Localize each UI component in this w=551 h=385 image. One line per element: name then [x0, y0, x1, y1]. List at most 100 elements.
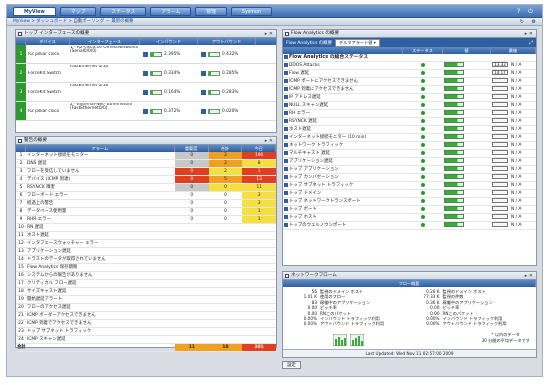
table-row[interactable]: トップ ホスト N / A	[283, 213, 536, 222]
alarm-count[interactable]: 0	[175, 199, 209, 208]
panel-toggle-icon[interactable]	[285, 32, 289, 36]
graph-icon[interactable]	[201, 89, 206, 95]
alarm-name[interactable]: トラストのデータが取得されていません	[25, 255, 175, 264]
alarm-count[interactable]: 3	[242, 191, 276, 200]
alarm-count[interactable]	[175, 303, 209, 312]
table-row[interactable]: 11 ホスト遅延	[16, 231, 276, 240]
alarm-name[interactable]: ホスト遅延	[25, 231, 175, 240]
alarm-count[interactable]	[208, 263, 243, 272]
interface-name[interactable]: 1 - R2-cisco:1e OnTestNetworks (Serial0/…	[70, 46, 140, 63]
alarm-count[interactable]	[208, 279, 243, 288]
metric-name[interactable]: RH エラー	[283, 109, 403, 118]
alarm-name[interactable]: フローを受信していません	[25, 167, 175, 176]
alarm-count[interactable]	[175, 271, 209, 280]
panel-toggle-icon[interactable]	[18, 32, 22, 36]
metric-name[interactable]: DDOS Attacks	[283, 61, 403, 70]
delta-select[interactable]: デルタアラート値 ▾	[334, 38, 380, 47]
alarm-name[interactable]: サイズキャスト遅延	[25, 287, 175, 296]
nav-tab[interactable]: 管理	[195, 7, 227, 16]
table-row[interactable]: 2 ForceKit Switch FastEthernet 0/16 0.334% 0…	[16, 64, 276, 83]
alarm-count[interactable]	[175, 223, 209, 232]
metric-name[interactable]: トップ ポート	[283, 205, 403, 214]
alarm-count[interactable]	[242, 255, 276, 264]
logout-icon[interactable]: ⏻	[527, 8, 534, 15]
alarm-count[interactable]: 2	[208, 167, 243, 176]
alarm-count[interactable]: 1	[242, 167, 276, 176]
table-row[interactable]: 4 R2 pilkar cisco 2 - External-Net- Ethern…	[16, 102, 276, 121]
table-row[interactable]: トップ ネットワークトランスポート N / A	[283, 197, 536, 206]
table-row[interactable]: 15 Flow Analytics 保存期限	[16, 263, 276, 272]
value-box[interactable]	[492, 94, 508, 99]
alarm-count[interactable]	[175, 239, 209, 248]
alarm-count[interactable]: 1	[242, 215, 276, 224]
alarm-count[interactable]	[175, 319, 209, 328]
alarm-count[interactable]	[208, 295, 243, 304]
alarm-count[interactable]: 1	[242, 207, 276, 216]
metric-name[interactable]: RSYNCK 遅延	[283, 117, 403, 126]
device-name[interactable]: ForceKit Switch	[26, 90, 70, 95]
table-row[interactable]: RSYNCK 遅延 N / A	[283, 117, 536, 126]
metric-name[interactable]: トップ ドメイン	[283, 189, 403, 198]
value-box[interactable]	[492, 198, 508, 203]
table-row[interactable]: マルチキャスト 遅延 N / A	[283, 149, 536, 158]
table-row[interactable]: 3 ForceKit Switch FastEthernet 0/18 0.164% 0…	[16, 83, 276, 102]
table-row[interactable]: 4 デバイス (ICMP 到達) 0 5 13	[16, 175, 276, 184]
alarm-count[interactable]: 13	[242, 175, 276, 184]
alarm-count[interactable]	[208, 247, 243, 256]
value-box[interactable]	[492, 150, 508, 155]
alarm-count[interactable]	[242, 303, 276, 312]
table-row[interactable]: インターネット接続モニター (10 min) N / A	[283, 133, 536, 142]
metric-name[interactable]: Flow 遅延	[283, 69, 403, 78]
value-box[interactable]	[492, 110, 508, 115]
value-box[interactable]	[492, 182, 508, 187]
metric-name[interactable]: IP アドレス遅延	[283, 93, 403, 102]
column-header[interactable]: 最後	[491, 47, 536, 54]
value-box[interactable]	[492, 166, 508, 171]
alarm-count[interactable]	[242, 279, 276, 288]
table-row[interactable]: 12 インタフェースウォッチャー エラー	[16, 239, 276, 248]
panel-toggle-icon[interactable]	[18, 139, 22, 143]
alarm-count[interactable]	[208, 303, 243, 312]
alarm-count[interactable]: 2	[208, 159, 243, 168]
column-header[interactable]	[16, 145, 26, 152]
value-box[interactable]: 14.17	[492, 70, 508, 75]
alarm-count[interactable]	[208, 327, 243, 336]
table-row[interactable]: ICMP 到着にアクセスできません N / A	[283, 85, 536, 94]
value-box[interactable]	[492, 118, 508, 123]
metric-name[interactable]: トップ ホスト	[283, 213, 403, 222]
interface-name[interactable]: FastEthernet 0/16	[70, 65, 140, 82]
panel-menu-icon[interactable]: ▸ ✕	[265, 30, 273, 38]
table-row[interactable]: RH エラー N / A	[283, 109, 536, 118]
alarm-name[interactable]: データベース使用量	[25, 207, 175, 216]
table-row[interactable]: DDOS Attacks 13.33 N / A	[283, 61, 536, 70]
table-row[interactable]: 2 DNS 遅延 0 2 8	[16, 159, 276, 168]
alarm-name[interactable]: システムからの報告がありません	[25, 271, 175, 280]
alarm-count[interactable]: 2	[208, 152, 243, 160]
value-box[interactable]	[492, 142, 508, 147]
metric-name[interactable]: ホスト遅延	[283, 125, 403, 134]
alarm-count[interactable]	[208, 271, 243, 280]
alarm-count[interactable]: 5	[208, 175, 243, 184]
graph-icon[interactable]	[143, 70, 148, 76]
column-header[interactable]: 合計	[209, 145, 243, 152]
alarm-name[interactable]: デバイス (ICMP 到達)	[25, 175, 175, 184]
value-box[interactable]	[492, 78, 508, 83]
alarm-count[interactable]	[208, 255, 243, 264]
alarm-count[interactable]	[208, 231, 243, 240]
metric-name[interactable]: トップ サブネット トラフィック	[283, 181, 403, 190]
table-row[interactable]: ネットワーク トラフィック N / A	[283, 141, 536, 150]
alarm-name[interactable]: RHR-エラー	[25, 215, 175, 224]
table-row[interactable]: 6 フローボード エラー 0 0 3	[16, 191, 276, 200]
alarm-count[interactable]	[242, 247, 276, 256]
interface-name[interactable]: FastEthernet 0/18	[70, 84, 140, 101]
column-header[interactable]: アウトバウンド	[198, 38, 256, 45]
metric-name[interactable]: トップ ネットワークトランスポート	[283, 197, 403, 206]
alarm-count[interactable]	[242, 319, 276, 328]
table-row[interactable]: 13 アプリケーション遅延	[16, 247, 276, 256]
alarm-count[interactable]	[175, 247, 209, 256]
alarm-count[interactable]: 0	[175, 207, 209, 216]
table-row[interactable]: トップ ポート N / A	[283, 205, 536, 214]
metric-name[interactable]: トップのウェルノウンポート	[283, 221, 403, 230]
alarm-count[interactable]	[242, 271, 276, 280]
table-row[interactable]: 18 サイズキャスト遅延	[16, 287, 276, 296]
